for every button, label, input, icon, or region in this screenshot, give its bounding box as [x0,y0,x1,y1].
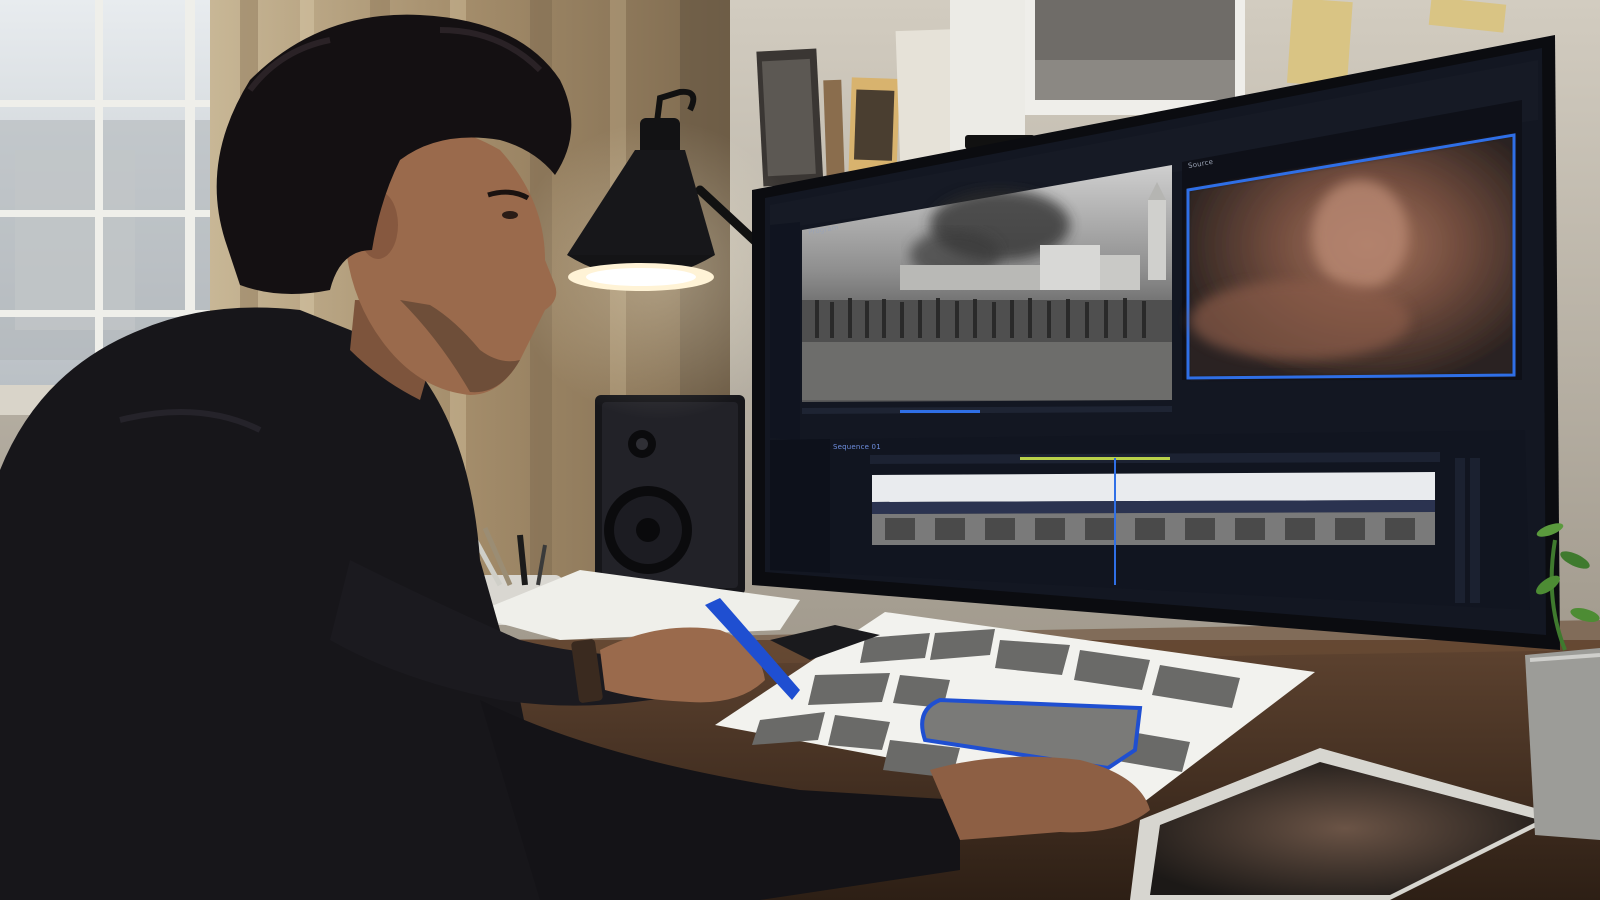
photo-scene: Program Source Sequence 01 [0,0,1600,900]
timeline-track-v2 [872,472,1435,502]
sequence-tab: Sequence 01 [833,443,881,451]
speaker-icon [595,395,745,595]
scene-illustration [0,0,1600,900]
sticky-note [1286,0,1353,87]
